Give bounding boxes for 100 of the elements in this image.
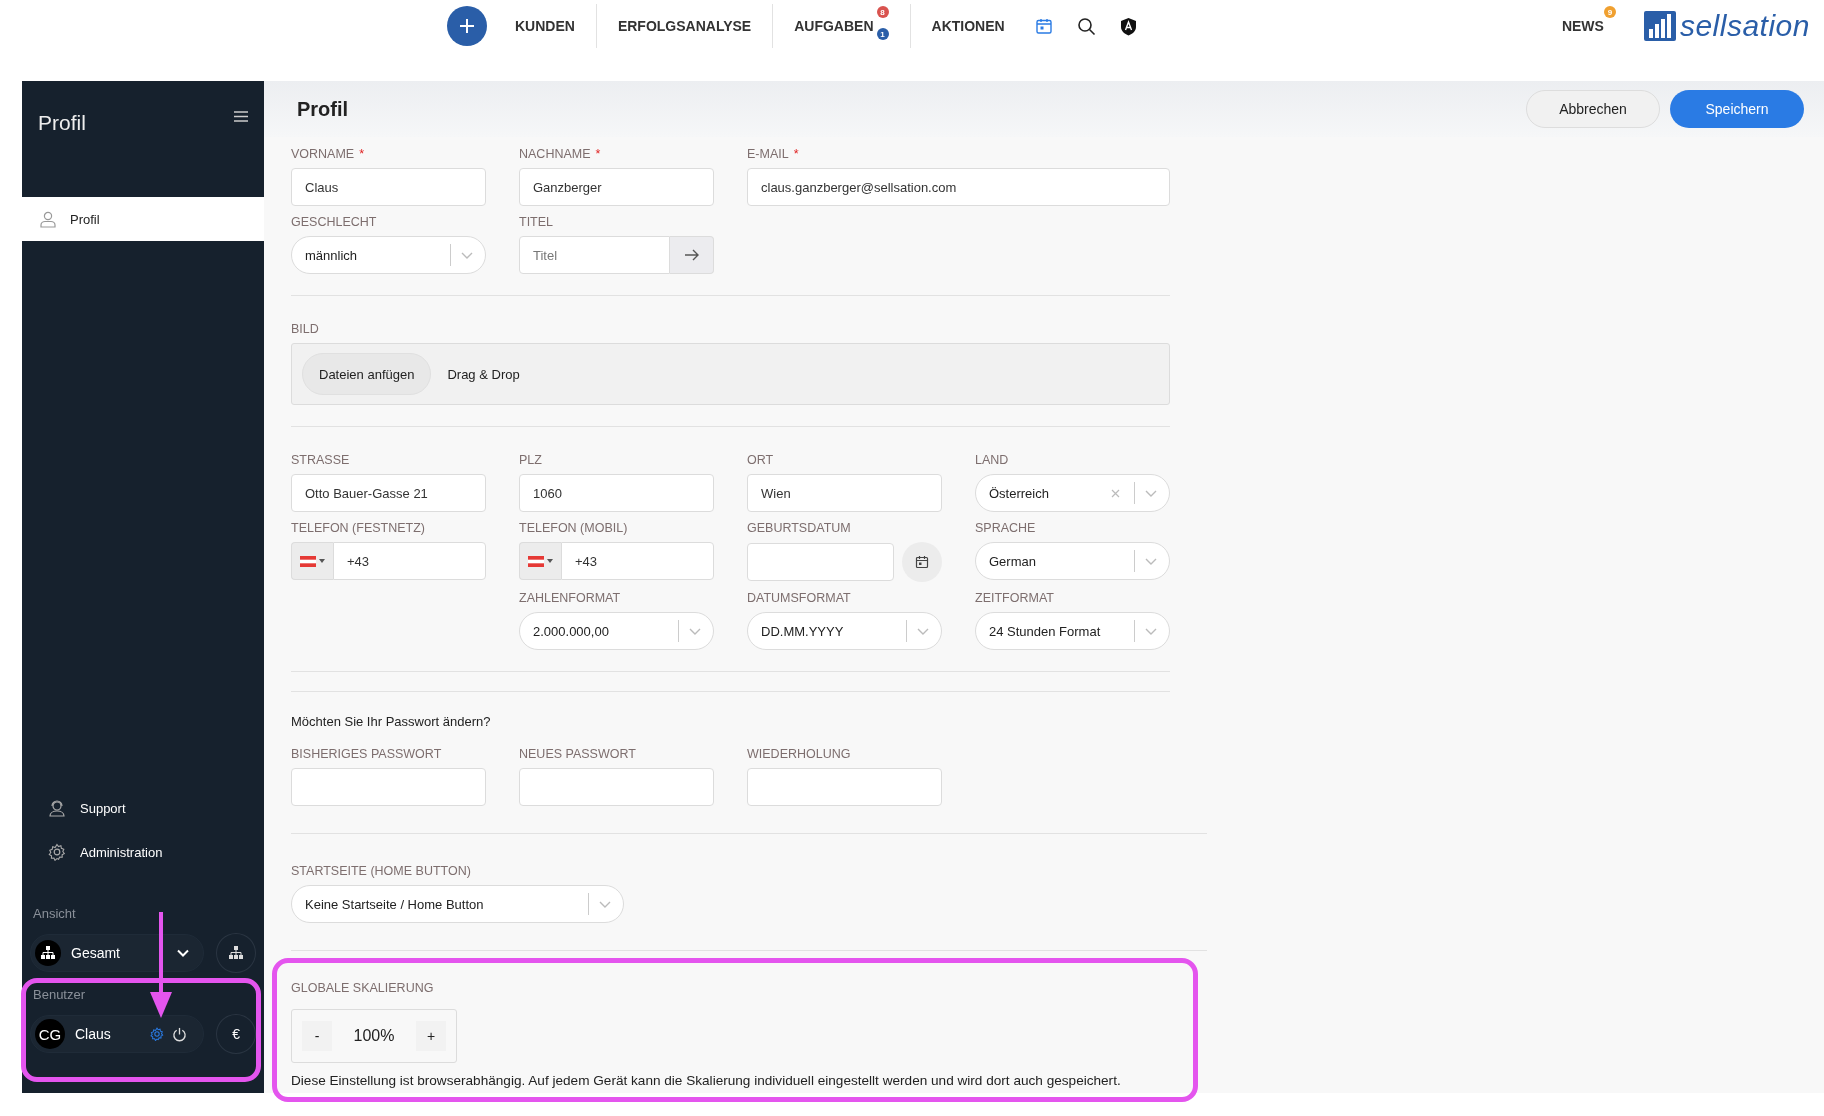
required-mark: * xyxy=(793,147,799,163)
chevron-down-icon xyxy=(177,949,190,957)
search-icon[interactable] xyxy=(1076,16,1096,36)
phone-field[interactable]: +43 xyxy=(333,542,486,580)
field-label: GESCHLECHT xyxy=(291,215,377,231)
add-button[interactable] xyxy=(447,6,487,46)
menu-icon[interactable] xyxy=(234,111,248,122)
field-label: NACHNAME xyxy=(519,147,591,163)
country-dropdown[interactable] xyxy=(519,542,561,580)
plus-icon xyxy=(458,17,476,35)
page-title: Profil xyxy=(297,97,349,121)
count-badge: 1 xyxy=(876,28,889,40)
scale-value: 100% xyxy=(353,1027,395,1045)
chevron-down-icon xyxy=(917,627,929,635)
dropdown[interactable]: German xyxy=(975,542,1170,580)
dropdown[interactable]: Keine Startseite / Home Button xyxy=(291,885,624,923)
field-label: TITEL xyxy=(519,215,554,231)
field-label: TELEFON (FESTNETZ) xyxy=(291,521,426,537)
text-field[interactable]: Ganzberger xyxy=(519,168,714,206)
field-label: ZAHLENFORMAT xyxy=(519,591,621,607)
field-label: STARTSEITE (HOME BUTTON) xyxy=(291,864,471,880)
chevron-down-icon xyxy=(1145,489,1157,497)
text-field[interactable]: Otto Bauer-Gasse 21 xyxy=(291,474,486,512)
sidebar-link[interactable]: Administration xyxy=(30,841,256,863)
dropdown[interactable]: DD.MM.YYYY xyxy=(747,612,942,650)
nav-link[interactable]: AKTIONEN xyxy=(931,18,1005,34)
date-field[interactable] xyxy=(747,543,894,581)
org-chart-icon xyxy=(35,940,61,966)
attach-files-button[interactable]: Dateien anfügen xyxy=(302,353,432,395)
sidebar-title: Profil xyxy=(38,111,86,135)
chevron-down-icon xyxy=(1145,557,1157,565)
calendar-icon[interactable] xyxy=(1034,17,1053,35)
gear-icon xyxy=(48,843,66,861)
view-dropdown[interactable]: Gesamt xyxy=(30,934,205,972)
sidebar-item[interactable]: Profil xyxy=(22,197,264,241)
count-badge: 9 xyxy=(1603,6,1616,18)
text-field[interactable]: Claus xyxy=(291,168,486,206)
count-badge: 8 xyxy=(876,6,889,18)
phone-field[interactable]: +43 xyxy=(561,542,714,580)
nav-link[interactable]: ERFOLGSANALYSE xyxy=(617,18,752,34)
dropdown[interactable]: männlich xyxy=(291,236,486,274)
chevron-down-icon xyxy=(1145,627,1157,635)
chevron-down-icon xyxy=(461,251,473,259)
caret-icon xyxy=(547,559,553,563)
bar-chart-icon xyxy=(1643,11,1676,41)
calendar-icon xyxy=(915,555,929,569)
required-mark: * xyxy=(595,147,601,163)
org-chart-icon xyxy=(228,946,245,960)
field-label: BISHERIGES PASSWORT xyxy=(291,747,442,763)
field-label: LAND xyxy=(975,453,1009,469)
field-label: GEBURTSDATUM xyxy=(747,521,851,537)
file-drop-zone[interactable]: Dateien anfügen Drag & Drop xyxy=(291,343,1170,405)
required-mark: * xyxy=(359,147,365,163)
password-field[interactable] xyxy=(291,768,486,806)
text-field[interactable]: claus.ganzberger@sellsation.com xyxy=(747,168,1170,206)
text-field[interactable]: Wien xyxy=(747,474,942,512)
user-icon xyxy=(40,210,56,228)
increase-button[interactable]: + xyxy=(416,1021,446,1051)
user-name: Claus xyxy=(75,1026,112,1042)
section-label: Ansicht xyxy=(33,906,77,921)
save-button[interactable]: Speichern xyxy=(1670,90,1804,128)
calendar-button[interactable] xyxy=(902,542,942,582)
dropdown[interactable]: 2.000.000,00 xyxy=(519,612,714,650)
user-avatar[interactable]: CG xyxy=(35,1019,65,1049)
shield-icon[interactable] xyxy=(1119,16,1137,36)
field-label: BILD xyxy=(291,322,319,338)
caret-icon xyxy=(319,559,325,563)
password-field[interactable] xyxy=(747,768,942,806)
cancel-button[interactable]: Abbrechen xyxy=(1526,90,1660,128)
settings-icon[interactable] xyxy=(150,1027,165,1041)
sidebar-link[interactable]: Support xyxy=(30,797,256,819)
decrease-button[interactable]: - xyxy=(302,1021,332,1051)
section-label: Benutzer xyxy=(33,987,87,1002)
drop-hint: Drag & Drop xyxy=(447,366,520,382)
password-prompt: Möchten Sie Ihr Passwort ändern? xyxy=(291,714,492,729)
field-label: WIEDERHOLUNG xyxy=(747,747,851,763)
text-field[interactable]: 1060 xyxy=(519,474,714,512)
dropdown[interactable]: Österreich xyxy=(975,474,1170,512)
password-field[interactable] xyxy=(519,768,714,806)
arrow-right-icon xyxy=(684,249,699,261)
logo-text[interactable]: sellsation xyxy=(1679,9,1810,43)
chevron-down-icon xyxy=(599,900,611,908)
field-label: STRASSE xyxy=(291,453,350,469)
field-label: SPRACHE xyxy=(975,521,1036,537)
arrow-button[interactable] xyxy=(670,236,714,274)
org-chart-button[interactable] xyxy=(216,933,256,973)
dropdown[interactable]: 24 Stunden Format xyxy=(975,612,1170,650)
field-label: PLZ xyxy=(519,453,542,469)
nav-link[interactable]: AUFGABEN xyxy=(794,18,874,34)
power-icon[interactable] xyxy=(172,1026,188,1042)
flag-icon xyxy=(528,555,544,567)
text-field[interactable]: Titel xyxy=(519,236,670,274)
field-label: GLOBALE SKALIERUNG xyxy=(291,981,434,997)
field-label: VORNAME xyxy=(291,147,355,163)
headset-icon xyxy=(48,799,66,817)
nav-link[interactable]: KUNDEN xyxy=(515,18,575,34)
country-dropdown[interactable] xyxy=(291,542,333,580)
news-link[interactable]: NEWS xyxy=(1561,18,1604,34)
field-label: DATUMSFORMAT xyxy=(747,591,851,607)
currency-button[interactable]: € xyxy=(216,1014,256,1054)
